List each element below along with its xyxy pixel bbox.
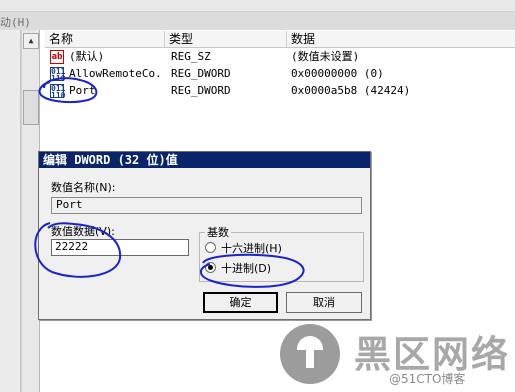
list-header: 名称 类型 数据	[45, 31, 515, 48]
row-data: 0x00000000 (0)	[291, 67, 384, 80]
cancel-button[interactable]: 取消	[286, 292, 362, 313]
column-header-data[interactable]: 数据	[287, 31, 515, 47]
value-data-label: 数值数据(V):	[51, 225, 115, 238]
row-name: AllowRemoteCo...	[69, 67, 164, 80]
radio-selected-dot	[208, 265, 213, 270]
value-name-field: Port	[51, 197, 362, 214]
dialog-title: 编辑 DWORD (32 位)值	[43, 153, 178, 167]
menu-item-help[interactable]: 动(H)	[0, 14, 31, 30]
watermark-caption: @51CTO博客	[389, 372, 466, 386]
dialog-title-bar[interactable]: 编辑 DWORD (32 位)值	[39, 152, 370, 168]
menu-bar: 动(H)	[0, 0, 515, 30]
binary-value-icon: 011 110	[50, 84, 66, 100]
row-name: Port	[69, 84, 96, 97]
tree-pane	[0, 30, 21, 392]
mushroom-logo-icon	[280, 324, 340, 384]
row-type: REG_DWORD	[171, 84, 231, 97]
edit-dword-dialog: 编辑 DWORD (32 位)值 数值名称(N): Port 数值数据(V): …	[38, 151, 371, 320]
decimal-label[interactable]: 十进制(D)	[221, 260, 271, 276]
row-data: (数值未设置)	[291, 50, 360, 63]
row-name: (默认)	[69, 50, 105, 63]
decimal-radio[interactable]	[205, 262, 216, 273]
value-name-label: 数值名称(N):	[51, 181, 116, 194]
string-value-icon: ab	[50, 50, 64, 64]
watermark: 黑区网络 @51CTO博客	[280, 320, 515, 392]
binary-value-icon: 011 110	[50, 67, 66, 83]
hex-label[interactable]: 十六进制(H)	[221, 240, 282, 256]
hex-radio[interactable]	[205, 242, 216, 253]
row-type: REG_DWORD	[171, 67, 231, 80]
list-row-default[interactable]: ab (默认) REG_SZ (数值未设置)	[45, 48, 515, 66]
value-data-input[interactable]: 22222	[51, 239, 189, 256]
row-type: REG_SZ	[171, 50, 211, 63]
column-header-name[interactable]: 名称	[45, 31, 165, 47]
row-data: 0x0000a5b8 (42424)	[291, 84, 411, 97]
list-row-port[interactable]: 011 110 Port REG_DWORD 0x0000a5b8 (42424)	[45, 82, 515, 100]
ok-button[interactable]: 确定	[203, 292, 278, 313]
toolbar-strip	[0, 0, 515, 12]
scroll-up-arrow-icon[interactable]: ▲	[23, 33, 39, 49]
column-header-type[interactable]: 类型	[165, 31, 287, 47]
scroll-thumb[interactable]	[23, 90, 39, 125]
base-label: 基数	[207, 226, 229, 239]
list-row-allowremote[interactable]: 011110 AllowRemoteCo... REG_DWORD 0x0000…	[45, 65, 515, 83]
